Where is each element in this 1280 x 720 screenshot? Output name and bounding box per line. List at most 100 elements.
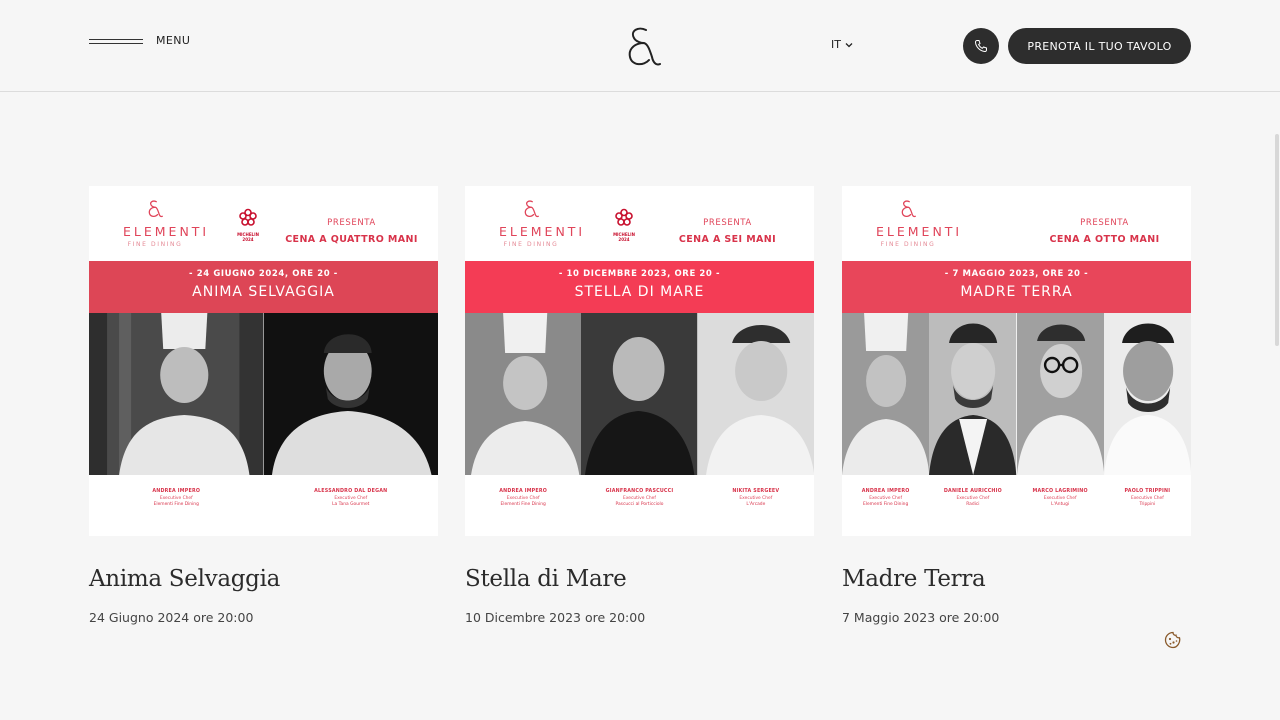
ampersand-logo [148, 200, 163, 218]
chef-restaurant: La Tana Gourmet [332, 502, 370, 507]
chef-restaurant: Elementi Fine Dining [500, 502, 546, 507]
dinner-type: CENA A SEI MANI [678, 234, 777, 245]
chef-name: GIANFRANCO PASCUCCI [605, 489, 674, 494]
chef-photo [842, 313, 930, 475]
poster-presents: PRESENTA CENA A QUATTRO MANI [269, 218, 434, 245]
chef-credit: PAOLO TRIPPINI Executive Chef Trippini [1104, 489, 1191, 536]
poster-brand: ELEMENTI [499, 224, 586, 239]
presents-label: PRESENTA [1080, 218, 1129, 228]
chef-credit: ALESSANDRO DAL DEGAN Executive Chef La T… [264, 489, 439, 536]
menu-label: MENU [156, 34, 191, 47]
poster-presents: PRESENTA CENA A OTTO MANI [1022, 218, 1187, 245]
chef-name: MARCO LAGRIMINO [1032, 489, 1088, 494]
chef-credit: DANIELE AURICCHIO Executive Chef Radici [929, 489, 1016, 536]
chef-name: ANDREA IMPERO [499, 489, 548, 494]
phone-icon [974, 40, 987, 53]
chef-restaurant: Pascucci al Porticciolo [615, 502, 664, 507]
poster-brand-sub: FINE DINING [127, 241, 183, 248]
presents-label: PRESENTA [703, 218, 752, 228]
chef-name: ALESSANDRO DAL DEGAN [314, 489, 388, 494]
event-date: 10 Dicembre 2023 ore 20:00 [465, 610, 646, 625]
chef-photo [1016, 313, 1104, 475]
scrollbar[interactable] [1274, 134, 1280, 346]
event-poster[interactable]: ELEMENTI FINE DINING MICHELIN 2024 PRESE… [89, 186, 438, 536]
poster-header: ELEMENTI FINE DINING MICHELIN 2024 PRESE… [89, 186, 438, 261]
dinner-type: CENA A OTTO MANI [1049, 234, 1160, 245]
chevron-down-icon [845, 42, 853, 47]
poster-band: - 24 GIUGNO 2024, ORE 20 - ANIMA SELVAGG… [89, 261, 438, 313]
chef-role: Executive Chef [506, 496, 540, 501]
poster-header: ELEMENTI FINE DINING MICHELIN 2024 PRESE… [465, 186, 814, 261]
chef-credit: ANDREA IMPERO Executive Chef Elementi Fi… [465, 489, 581, 536]
poster-brand-sub: FINE DINING [503, 241, 559, 248]
event-poster[interactable]: ELEMENTI FINE DINING PRESENTA CENA A OTT… [842, 186, 1191, 536]
chef-role: Executive Chef [956, 496, 990, 501]
poster-band-date: - 7 MAGGIO 2023, ORE 20 - [944, 269, 1089, 279]
event-title[interactable]: Madre Terra [842, 566, 1191, 592]
ampersand-logo [901, 200, 916, 218]
event-card-madre-terra[interactable]: ELEMENTI FINE DINING PRESENTA CENA A OTT… [842, 186, 1191, 625]
chef-names: ANDREA IMPERO Executive Chef Elementi Fi… [842, 475, 1191, 536]
chef-role: Executive Chef [334, 496, 368, 501]
hamburger-icon [89, 37, 143, 45]
poster-band: - 10 DICEMBRE 2023, ORE 20 - STELLA DI M… [465, 261, 814, 313]
chef-credit: GIANFRANCO PASCUCCI Executive Chef Pascu… [581, 489, 697, 536]
event-title[interactable]: Anima Selvaggia [89, 566, 438, 592]
chef-role: Executive Chef [869, 496, 903, 501]
poster-band-name: ANIMA SELVAGGIA [192, 284, 335, 300]
event-date: 24 Giugno 2024 ore 20:00 [89, 610, 254, 625]
chef-credit: ANDREA IMPERO Executive Chef Elementi Fi… [89, 489, 264, 536]
chef-name: NIKITA SERGEEV [732, 489, 780, 494]
menu-button[interactable]: MENU [89, 34, 190, 47]
chef-name: ANDREA IMPERO [152, 489, 201, 494]
poster-logo: ELEMENTI FINE DINING [876, 196, 963, 248]
chef-photo [263, 313, 438, 475]
michelin-star-icon [615, 208, 633, 226]
chef-restaurant: Elementi Fine Dining [153, 502, 199, 507]
event-card-anima-selvaggia[interactable]: ELEMENTI FINE DINING MICHELIN 2024 PRESE… [89, 186, 438, 625]
dinner-type: CENA A QUATTRO MANI [285, 234, 418, 245]
book-table-button[interactable]: PRENOTA IL TUO TAVOLO [1008, 28, 1191, 64]
chef-photo [929, 313, 1017, 475]
chef-restaurant: Radici [966, 502, 980, 507]
poster-brand: ELEMENTI [876, 224, 963, 239]
chef-name: DANIELE AURICCHIO [943, 489, 1002, 494]
poster-band-name: STELLA DI MARE [574, 284, 705, 300]
chef-credit: NIKITA SERGEEV Executive Chef L'Arcade [698, 489, 814, 536]
chef-restaurant: Elementi Fine Dining [862, 502, 909, 507]
chef-role: Executive Chef [1043, 496, 1077, 501]
event-date: 7 Maggio 2023 ore 20:00 [842, 610, 1000, 625]
michelin-badge: MICHELIN 2024 [611, 208, 637, 242]
chef-photos [89, 313, 438, 475]
event-card-stella-di-mare[interactable]: ELEMENTI FINE DINING MICHELIN 2024 PRESE… [465, 186, 814, 625]
chef-photos [842, 313, 1191, 475]
chef-credit: MARCO LAGRIMINO Executive Chef L'Antugi [1017, 489, 1104, 536]
poster-logo: ELEMENTI FINE DINING [123, 196, 206, 248]
michelin-badge: MICHELIN 2024 [235, 208, 261, 242]
chef-photos [465, 313, 814, 475]
poster-logo: ELEMENTI FINE DINING [499, 196, 586, 248]
chef-photo [697, 313, 814, 475]
ampersand-logo [524, 200, 539, 218]
chef-role: Executive Chef [623, 496, 656, 501]
event-title[interactable]: Stella di Mare [465, 566, 814, 592]
cookie-icon[interactable] [1164, 631, 1182, 649]
poster-brand-sub: FINE DINING [880, 241, 936, 248]
poster-band: - 7 MAGGIO 2023, ORE 20 - MADRE TERRA [842, 261, 1191, 313]
language-label: IT [831, 38, 841, 51]
chef-photo [581, 313, 698, 475]
poster-band-name: MADRE TERRA [960, 284, 1073, 300]
event-poster[interactable]: ELEMENTI FINE DINING MICHELIN 2024 PRESE… [465, 186, 814, 536]
phone-button[interactable] [963, 28, 999, 64]
chef-restaurant: Trippini [1139, 502, 1156, 507]
michelin-year: 2024 [618, 237, 630, 242]
scrollbar-thumb[interactable] [1275, 134, 1279, 346]
chef-photo [1103, 313, 1191, 475]
chef-restaurant: L'Antugi [1051, 502, 1070, 507]
chef-photo [89, 313, 264, 475]
ampersand-logo[interactable] [622, 24, 664, 70]
language-selector[interactable]: IT [831, 38, 853, 51]
poster-band-date: - 24 GIUGNO 2024, ORE 20 - [189, 269, 338, 279]
presents-label: PRESENTA [327, 218, 376, 228]
chef-name: PAOLO TRIPPINI [1124, 489, 1171, 494]
